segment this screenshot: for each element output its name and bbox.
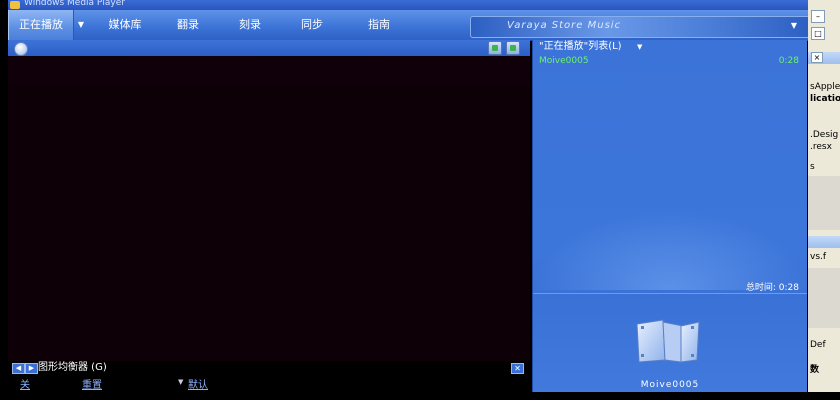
ide-panel-bar	[808, 236, 840, 248]
ide-gray-area	[808, 176, 840, 230]
tab-guide[interactable]: 指南	[344, 10, 414, 40]
online-store-selector[interactable]: Varaya Store Music ▼	[470, 16, 812, 38]
now-playing-list-panel: "正在播放"列表(L) ▼ Moive0005 0:28 总时间: 0:28 M…	[532, 40, 807, 392]
ide-text-line: vs.f	[810, 252, 827, 262]
background-ide-window: – □ × sApple licatio .Desig .resx s vs.f…	[808, 0, 840, 400]
next-setting-icon[interactable]: ▶	[25, 363, 38, 374]
ide-gray-area	[808, 268, 840, 328]
video-file-icon	[636, 319, 700, 363]
equalizer-off-link[interactable]: 关	[20, 376, 30, 391]
store-label: Varaya Store Music	[507, 20, 622, 31]
view-options-icon[interactable]	[14, 42, 28, 56]
playlist-background-glow	[533, 210, 807, 290]
previous-setting-icon[interactable]: ◀	[12, 363, 25, 374]
window-title: Windows Media Player	[24, 0, 125, 8]
tab-sync[interactable]: 同步	[282, 10, 342, 40]
video-canvas	[8, 86, 530, 361]
close-icon[interactable]: ✕	[511, 363, 524, 374]
ide-text-line: Def	[810, 340, 826, 350]
title-bar: Windows Media Player	[8, 0, 808, 10]
left-letterbox	[0, 0, 8, 400]
chevron-down-icon: ▼	[790, 21, 797, 30]
tab-rip[interactable]: 翻录	[158, 10, 218, 40]
equalizer-panel: ◀ ▶ 图形均衡器 (G) ✕ 关 重置 ▼ 默认	[8, 361, 530, 392]
list-item-name: Moive0005	[539, 56, 589, 66]
app-icon	[10, 1, 20, 9]
playlist-title[interactable]: "正在播放"列表(L)	[539, 40, 622, 54]
minimize-icon[interactable]: –	[811, 10, 825, 23]
equalizer-title: 图形均衡器 (G)	[38, 362, 107, 373]
video-display[interactable]	[8, 56, 530, 361]
total-time: 总时间: 0:28	[745, 283, 799, 293]
album-art-area[interactable]: Moive0005	[533, 294, 807, 392]
ide-text-line: sApple	[810, 82, 840, 92]
list-item-duration: 0:28	[778, 56, 799, 66]
switch-view-icon[interactable]	[488, 41, 502, 55]
video-toolbar	[8, 40, 530, 56]
equalizer-header: ◀ ▶ 图形均衡器 (G) ✕	[8, 361, 530, 374]
tab-bar: 正在播放 ▼ 媒体库 翻录 刻录 同步 指南 Varaya Store Musi…	[8, 10, 812, 41]
ide-text-line: licatio	[810, 94, 840, 104]
ide-text-line: 数	[810, 365, 820, 375]
equalizer-preset-select[interactable]: 默认	[188, 376, 208, 391]
tab-now-playing[interactable]: 正在播放	[8, 10, 74, 40]
close-icon[interactable]: ×	[811, 52, 823, 63]
ide-text-line: .resx	[810, 142, 832, 152]
equalizer-reset-link[interactable]: 重置	[82, 376, 102, 391]
tab-now-playing-dropdown-icon[interactable]: ▼	[74, 10, 88, 40]
media-title-label: Moive0005	[640, 380, 700, 390]
ide-text-line: .Desig	[810, 130, 839, 140]
tab-library[interactable]: 媒体库	[94, 10, 156, 40]
chevron-down-icon: ▼	[178, 378, 184, 386]
bottom-letterbox	[0, 392, 840, 400]
playlist-header[interactable]: "正在播放"列表(L) ▼	[533, 40, 807, 54]
ide-text-line: s	[810, 162, 815, 172]
full-screen-icon[interactable]	[506, 41, 520, 55]
list-item[interactable]: Moive0005 0:28	[533, 55, 807, 67]
chevron-down-icon[interactable]: ▼	[637, 43, 642, 51]
media-player-window: Windows Media Player 正在播放 ▼ 媒体库 翻录 刻录 同步…	[0, 0, 840, 400]
equalizer-options: 关 重置 ▼ 默认	[8, 374, 530, 392]
maximize-icon[interactable]: □	[811, 27, 825, 40]
tab-burn[interactable]: 刻录	[220, 10, 280, 40]
